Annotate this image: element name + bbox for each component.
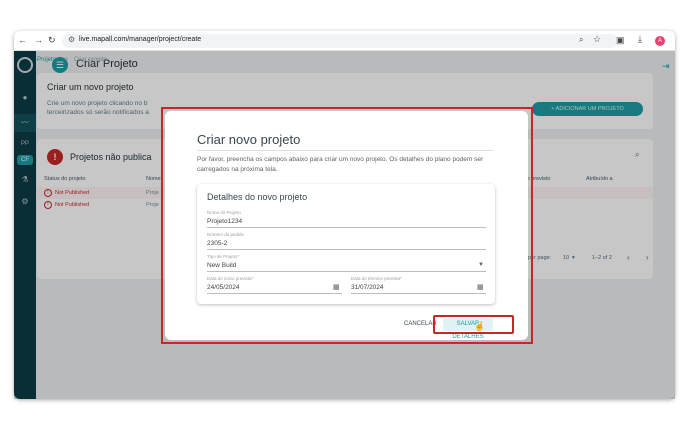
project-type-value[interactable]: New Build bbox=[207, 262, 236, 269]
dialog-description-2: carregados na próxima tela. bbox=[197, 166, 278, 173]
forward-icon[interactable]: → bbox=[34, 35, 43, 45]
url-text: live.mapall.com/manager/project/create bbox=[79, 36, 202, 43]
bookmark-star-icon[interactable]: ☆ bbox=[593, 34, 601, 45]
browser-toolbar: ← → ↻ ⚙ live.mapall.com/manager/project/… bbox=[14, 31, 675, 51]
project-name-label: Nome do Projeto bbox=[207, 210, 241, 215]
download-icon[interactable]: ⤓ bbox=[638, 34, 642, 45]
form-section-title: Detalhes do novo projeto bbox=[207, 192, 308, 202]
chevron-down-icon[interactable]: ▼ bbox=[478, 262, 484, 268]
project-details-form: Detalhes do novo projeto Nome do Projeto… bbox=[197, 184, 495, 304]
cancel-button[interactable]: CANCELAR bbox=[404, 321, 437, 327]
field-underline bbox=[207, 249, 486, 250]
create-project-dialog: Criar novo projeto Por favor, preencha o… bbox=[165, 111, 528, 340]
order-number-label: Número do pedido bbox=[207, 232, 245, 237]
field-underline bbox=[207, 293, 342, 294]
field-underline bbox=[207, 271, 486, 272]
profile-avatar[interactable]: A bbox=[655, 36, 665, 46]
dialog-description-1: Por favor, preencha os campos abaixo par… bbox=[197, 156, 484, 163]
start-date-label: Data de início prevista* bbox=[207, 276, 254, 281]
hand-cursor-icon: ☝ bbox=[474, 321, 486, 331]
site-info-icon[interactable]: ⚙ bbox=[68, 35, 75, 44]
calendar-icon[interactable]: ▦ bbox=[477, 283, 484, 291]
dialog-title: Criar novo projeto bbox=[197, 132, 301, 147]
extensions-icon[interactable]: ▣ bbox=[616, 35, 625, 46]
back-icon[interactable]: ← bbox=[18, 35, 27, 45]
calendar-icon[interactable]: ▦ bbox=[333, 283, 340, 291]
field-underline bbox=[207, 227, 486, 228]
order-number-value[interactable]: 2305-2 bbox=[207, 240, 227, 247]
end-date-value[interactable]: 31/07/2024 bbox=[351, 284, 384, 291]
project-name-value[interactable]: Projeto1234 bbox=[207, 218, 242, 225]
end-date-label: Data de término prevista* bbox=[351, 276, 402, 281]
field-underline bbox=[351, 293, 486, 294]
zoom-icon[interactable]: ⌕ bbox=[579, 35, 583, 45]
address-bar[interactable]: ⚙ live.mapall.com/manager/project/create… bbox=[62, 34, 618, 48]
divider bbox=[197, 150, 493, 151]
start-date-value[interactable]: 24/05/2024 bbox=[207, 284, 240, 291]
reload-icon[interactable]: ↻ bbox=[48, 35, 56, 46]
project-type-label: Tipo de Projeto* bbox=[207, 254, 240, 259]
